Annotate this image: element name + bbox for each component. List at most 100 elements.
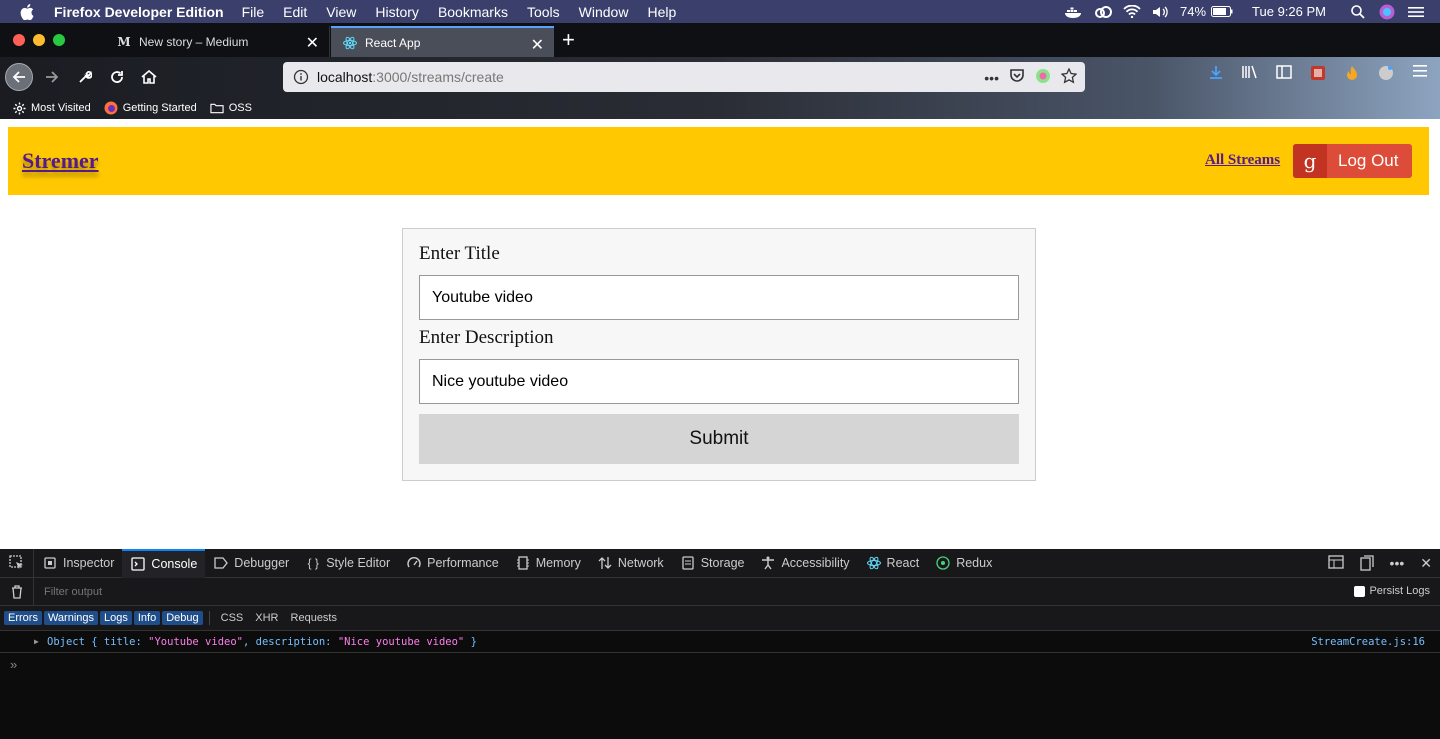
devtools-tab-debugger[interactable]: Debugger: [205, 549, 297, 578]
filter-warnings-button[interactable]: Warnings: [43, 611, 99, 625]
zoom-window-button[interactable]: [53, 34, 65, 46]
menu-history[interactable]: History: [375, 4, 419, 20]
bookmark-label: Most Visited: [31, 102, 91, 114]
log-out-button[interactable]: g Log Out: [1293, 144, 1412, 178]
notification-center-icon[interactable]: [1406, 5, 1426, 19]
filter-errors-button[interactable]: Errors: [4, 611, 42, 625]
docker-icon[interactable]: [1064, 5, 1084, 19]
title-input[interactable]: [419, 275, 1019, 320]
library-icon[interactable]: [1240, 65, 1260, 81]
hamburger-menu-icon[interactable]: [1410, 65, 1430, 81]
bookmark-most-visited[interactable]: Most Visited: [12, 101, 91, 115]
persist-logs-toggle[interactable]: Persist Logs: [1354, 585, 1430, 597]
log-source-link[interactable]: StreamCreate.js:16: [1311, 636, 1425, 648]
firefox-icon: [104, 101, 118, 115]
filter-css-button[interactable]: CSS: [216, 611, 249, 625]
devtools-tab-performance[interactable]: Performance: [398, 549, 507, 578]
menu-tools[interactable]: Tools: [527, 4, 560, 20]
url-bar-actions: •••: [984, 67, 1078, 87]
extension-fire-icon[interactable]: [1342, 65, 1362, 81]
dock-side-icon[interactable]: [1359, 555, 1374, 574]
url-path: :3000/streams/create: [372, 69, 504, 85]
devtools-tab-storage[interactable]: Storage: [672, 549, 753, 578]
pocket-icon[interactable]: [1009, 69, 1025, 86]
url-bar[interactable]: localhost:3000/streams/create •••: [283, 62, 1085, 92]
close-window-button[interactable]: [13, 34, 25, 46]
browser-tab-medium[interactable]: M New story – Medium ✕: [105, 26, 330, 57]
app-menu-name[interactable]: Firefox Developer Edition: [54, 4, 224, 20]
devtools-tab-console[interactable]: Console: [122, 548, 206, 578]
log-object[interactable]: Object { title: "Youtube video", descrip…: [47, 636, 477, 648]
performance-icon: [406, 555, 422, 571]
browser-tab-react-app[interactable]: React App ✕: [331, 26, 554, 57]
devtools-tab-inspector[interactable]: Inspector: [34, 549, 122, 578]
bookmark-folder-oss[interactable]: OSS: [210, 101, 252, 115]
reload-icon[interactable]: [103, 63, 131, 91]
siri-icon[interactable]: [1377, 4, 1397, 19]
creative-cloud-icon[interactable]: [1093, 5, 1113, 19]
memory-icon: [515, 555, 531, 571]
bookmarks-toolbar: Most Visited Getting Started OSS: [0, 97, 1440, 119]
tab-bar: M New story – Medium ✕ React App ✕ +: [0, 23, 1440, 57]
volume-icon[interactable]: [1151, 5, 1171, 19]
menu-bookmarks[interactable]: Bookmarks: [438, 4, 508, 20]
all-streams-link[interactable]: All Streams: [1205, 152, 1280, 169]
downloads-icon[interactable]: [1206, 65, 1226, 81]
wifi-icon[interactable]: [1122, 5, 1142, 19]
wrench-icon[interactable]: [71, 63, 99, 91]
filter-output-input[interactable]: [44, 585, 344, 598]
menu-file[interactable]: File: [242, 4, 265, 20]
devtools-tab-network[interactable]: Network: [589, 549, 672, 578]
menu-window[interactable]: Window: [579, 4, 629, 20]
accessibility-icon: [760, 555, 776, 571]
devtools-tab-accessibility[interactable]: Accessibility: [752, 549, 857, 578]
url-host: localhost: [317, 69, 373, 85]
extension-red-icon[interactable]: [1308, 65, 1328, 81]
submit-button[interactable]: Submit: [419, 414, 1019, 464]
clear-console-trash-icon[interactable]: [0, 577, 34, 606]
home-icon[interactable]: [135, 63, 163, 91]
filter-logs-button[interactable]: Logs: [100, 611, 132, 625]
menubar-clock[interactable]: Tue 9:26 PM: [1252, 4, 1326, 19]
devtools-tab-react[interactable]: React: [858, 549, 928, 578]
filter-debug-button[interactable]: Debug: [162, 611, 203, 625]
menu-view[interactable]: View: [326, 4, 356, 20]
close-tab-icon[interactable]: ✕: [306, 33, 319, 53]
spotlight-search-icon[interactable]: [1348, 4, 1368, 19]
devtools-more-icon[interactable]: •••: [1390, 555, 1405, 574]
devtools-tab-memory[interactable]: Memory: [507, 549, 589, 578]
tab-label: Performance: [427, 556, 499, 570]
filter-requests-button[interactable]: Requests: [286, 611, 342, 625]
storage-icon: [680, 555, 696, 571]
menu-help[interactable]: Help: [647, 4, 676, 20]
bookmark-star-icon[interactable]: [1060, 67, 1078, 87]
apple-icon[interactable]: [20, 3, 36, 20]
description-input[interactable]: [419, 359, 1019, 404]
page-actions-ellipsis-icon[interactable]: •••: [984, 70, 999, 86]
new-tab-plus-icon[interactable]: +: [562, 27, 575, 53]
forward-arrow-icon[interactable]: [38, 63, 66, 91]
brand-link[interactable]: Stremer: [22, 148, 99, 174]
persist-logs-checkbox[interactable]: [1354, 585, 1366, 597]
tab-label: React: [886, 556, 920, 570]
minimize-window-button[interactable]: [33, 34, 45, 46]
site-info-icon[interactable]: [293, 69, 309, 85]
devtools-tab-redux[interactable]: Redux: [927, 549, 1000, 578]
split-console-icon[interactable]: [1327, 555, 1344, 574]
extension-icon[interactable]: [1035, 68, 1051, 87]
close-devtools-icon[interactable]: ✕: [1420, 555, 1432, 574]
filter-info-button[interactable]: Info: [133, 611, 161, 625]
element-picker-icon[interactable]: [0, 548, 34, 578]
extension-gray-icon[interactable]: [1376, 65, 1396, 81]
console-input-prompt[interactable]: »: [10, 657, 17, 672]
close-tab-icon[interactable]: ✕: [531, 35, 544, 55]
tab-label: Style Editor: [326, 556, 391, 570]
menu-edit[interactable]: Edit: [283, 4, 307, 20]
battery-icon[interactable]: [1210, 5, 1234, 19]
expand-triangle-icon[interactable]: ▶: [34, 637, 39, 646]
devtools-tab-style-editor[interactable]: { } Style Editor: [297, 549, 398, 578]
sidebar-icon[interactable]: [1274, 65, 1294, 81]
filter-xhr-button[interactable]: XHR: [250, 611, 283, 625]
bookmark-getting-started[interactable]: Getting Started: [104, 101, 197, 115]
back-arrow-icon[interactable]: [5, 63, 33, 91]
